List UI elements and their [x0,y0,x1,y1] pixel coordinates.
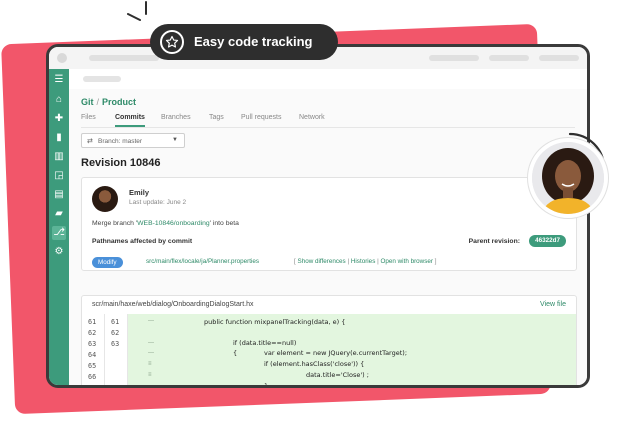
book-icon[interactable]: ▮ [52,131,66,145]
line-number: 63 [111,340,120,348]
line-number: 63 [88,340,97,348]
code-line: var element = new JQuery(e.currentTarget… [264,349,408,357]
gear-icon[interactable]: ⚙ [52,245,66,259]
git-icon[interactable]: ⎇ [52,226,66,240]
code-line: } [264,382,269,388]
placeholder-bar [83,76,121,82]
feature-badge: Easy code tracking [150,24,338,60]
author-avatar [92,186,118,212]
chevron-down-icon: ▼ [172,137,178,143]
tab-files[interactable]: Files [81,114,96,121]
commit-message: Merge branch 'WEB-10846/onboarding' into… [92,220,239,227]
home-icon[interactable]: ⌂ [52,93,66,107]
line-number: 62 [88,329,97,337]
file-diff-header: scr/main/haxe/web/dialog/OnboardingDialo… [82,296,576,315]
commit-message-prefix: Merge branch ' [92,220,138,227]
file-diff-card: scr/main/haxe/web/dialog/OnboardingDialo… [81,295,577,388]
action-separator: | [347,258,350,265]
histories-link[interactable]: Histories [351,258,376,265]
placeholder-bar [539,55,579,61]
show-differences-link[interactable]: Show differences [298,258,346,265]
commit-branch-link[interactable]: WEB-10846/onboarding [137,220,210,227]
view-file-link[interactable]: View file [540,301,566,308]
page-title: Revision 10846 [81,157,161,169]
star-icon [160,30,184,54]
line-number: 65 [88,362,97,370]
code-line: if (data.title==null) [233,339,297,347]
placeholder-bar [489,55,529,61]
placeholder-bar [429,55,479,61]
window-dot [57,53,67,63]
tab-tags[interactable]: Tags [209,114,224,121]
bracket-open: [ [294,258,296,265]
tab-commits[interactable]: Commits [115,114,145,127]
tab-branches[interactable]: Branches [161,114,191,121]
placeholder-bar [89,55,159,61]
diff-marker: ≡ [148,372,152,378]
line-number: 61 [88,318,97,326]
affected-file-link[interactable]: src/main/flex/locale/ja/Planner.properti… [146,258,259,265]
folder-icon[interactable]: ▰ [52,207,66,221]
code-line: if (element.hasClass('close')) { [264,360,365,368]
diff-marker: — [148,350,154,356]
main-content: Git / Product Files Commits Branches Tags … [69,89,587,385]
app-subbar [69,69,587,90]
user-portrait [532,142,604,214]
code-line: { [233,349,238,357]
new-line-numbers: 61 62 63 [105,314,128,385]
sidebar: ☰ ⌂ ✚ ▮ ▥ ◲ ▤ ▰ ⎇ ⚙ [49,69,69,385]
breadcrumb-project[interactable]: Product [102,97,136,107]
badge-label: Easy code tracking [194,34,313,49]
modify-button[interactable]: Modify [92,257,123,268]
branch-select-label: Branch: master [98,137,143,145]
diff-marker: — [148,340,154,346]
line-number: 64 [88,351,97,359]
branch-icon: ⇄ [87,138,93,145]
add-icon[interactable]: ✚ [52,112,66,126]
commit-message-suffix: ' into beta [209,220,239,227]
tab-network[interactable]: Network [299,114,325,121]
code-line: public function mixpanelTracking(data, e… [204,318,346,326]
menu-icon[interactable]: ☰ [52,73,66,87]
line-number: 62 [111,329,120,337]
commit-author: Emily [129,188,150,197]
pathnames-label: Pathnames affected by commit [92,238,193,245]
parent-revision-label: Parent revision: [468,238,520,245]
parent-revision-badge[interactable]: 46322d7 [529,235,566,247]
board-icon[interactable]: ▥ [52,150,66,164]
commit-last-update: Last update: June 2 [129,199,187,206]
diff-file-name: scr/main/haxe/web/dialog/OnboardingDialo… [92,301,254,308]
open-with-browser-link[interactable]: Open with browser [380,258,433,265]
code-diff-area: — public function mixpanelTracking(data,… [128,314,576,388]
spark-lines-icon [127,1,147,21]
branch-select[interactable]: ⇄ Branch: master ▼ [81,133,185,148]
app-window: ☰ ⌂ ✚ ▮ ▥ ◲ ▤ ▰ ⎇ ⚙ Git / Product Files Co… [46,44,590,388]
commit-card: Emily Last update: June 2 Merge branch '… [81,177,577,271]
action-separator: | [377,258,379,265]
breadcrumb-separator: / [96,97,100,107]
diff-marker: — [148,318,154,324]
tab-pull-requests[interactable]: Pull requests [241,114,281,121]
bracket-close: ] [434,258,437,265]
tabs-divider [81,127,575,128]
line-number: 66 [88,373,97,381]
chart-icon[interactable]: ◲ [52,169,66,183]
old-line-numbers: 61 62 63 64 65 66 [82,314,105,385]
line-number: 61 [111,318,120,326]
diff-marker: ≡ [148,361,152,367]
breadcrumb-repo-type[interactable]: Git [81,97,94,107]
code-line: data.title='Close') ; [306,371,369,379]
document-icon[interactable]: ▤ [52,188,66,202]
file-actions: [ Show differences | Histories | Open wi… [294,258,436,265]
breadcrumb: Git / Product [81,97,136,107]
